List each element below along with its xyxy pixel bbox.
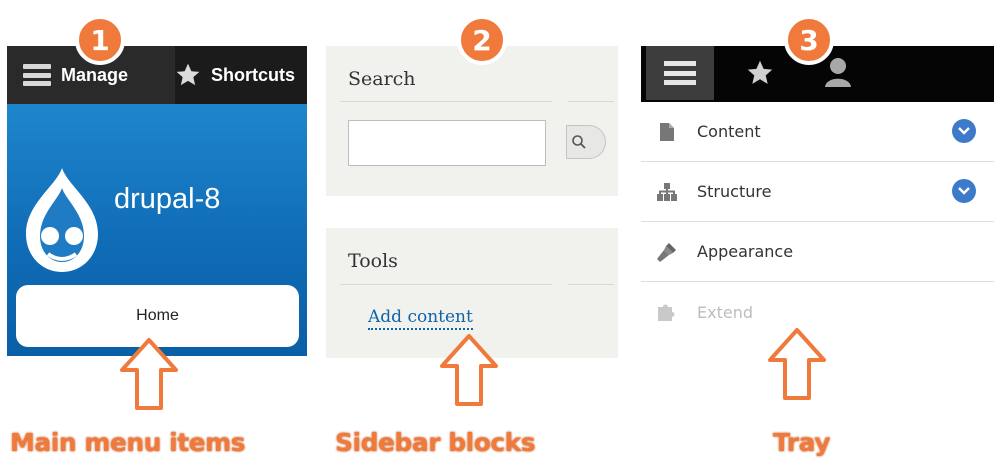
drupal-logo-icon[interactable]: [16, 166, 106, 276]
search-input[interactable]: [348, 120, 546, 166]
shortcuts-tab[interactable]: Shortcuts: [175, 46, 307, 104]
callout-number-badge: 2: [457, 15, 507, 65]
tray-item-label: Structure: [697, 182, 772, 201]
up-arrow-icon: [440, 334, 498, 406]
site-name[interactable]: drupal-8: [114, 183, 220, 216]
add-content-link[interactable]: Add content: [368, 306, 473, 330]
tray-item-label: Content: [697, 122, 761, 141]
manage-tab-label: Manage: [61, 64, 129, 85]
search-block-title: Search: [348, 68, 416, 90]
shortcuts-tab-label: Shortcuts: [211, 64, 296, 85]
search-icon: [572, 135, 586, 149]
divider: [340, 284, 552, 285]
tray-item-structure[interactable]: Structure: [641, 162, 994, 222]
divider: [568, 284, 614, 285]
chevron-down-icon[interactable]: [952, 179, 976, 203]
up-arrow-icon: [120, 338, 178, 410]
chevron-down-icon[interactable]: [952, 119, 976, 143]
manage-tab[interactable]: [646, 46, 714, 100]
tray-item-appearance[interactable]: Appearance: [641, 222, 994, 282]
svg-text:3: 3: [799, 24, 818, 57]
callout-caption: Main menu items: [10, 428, 246, 457]
star-icon[interactable]: [746, 59, 774, 87]
hamburger-icon: [23, 64, 51, 86]
hamburger-icon: [664, 61, 696, 85]
star-icon: [176, 63, 200, 86]
up-arrow-icon: [768, 328, 826, 400]
puzzle-icon: [655, 300, 679, 324]
callout-caption: Sidebar blocks: [335, 428, 536, 457]
divider: [568, 101, 614, 102]
svg-text:1: 1: [90, 24, 109, 57]
tray-item-label: Extend: [697, 302, 753, 322]
callout-caption: Tray: [773, 428, 831, 457]
search-button[interactable]: [566, 125, 606, 159]
tools-block-title: Tools: [348, 250, 398, 272]
paintbrush-icon: [655, 240, 679, 264]
svg-text:2: 2: [472, 24, 491, 57]
divider: [340, 101, 552, 102]
home-menu-label: Home: [136, 307, 179, 324]
tray-item-label: Appearance: [697, 242, 794, 261]
file-icon: [655, 120, 679, 144]
structure-icon: [655, 180, 679, 204]
tray-item-content[interactable]: Content: [641, 102, 994, 162]
callout-number-badge: 1: [75, 15, 125, 65]
callout-number-badge: 3: [784, 15, 834, 65]
